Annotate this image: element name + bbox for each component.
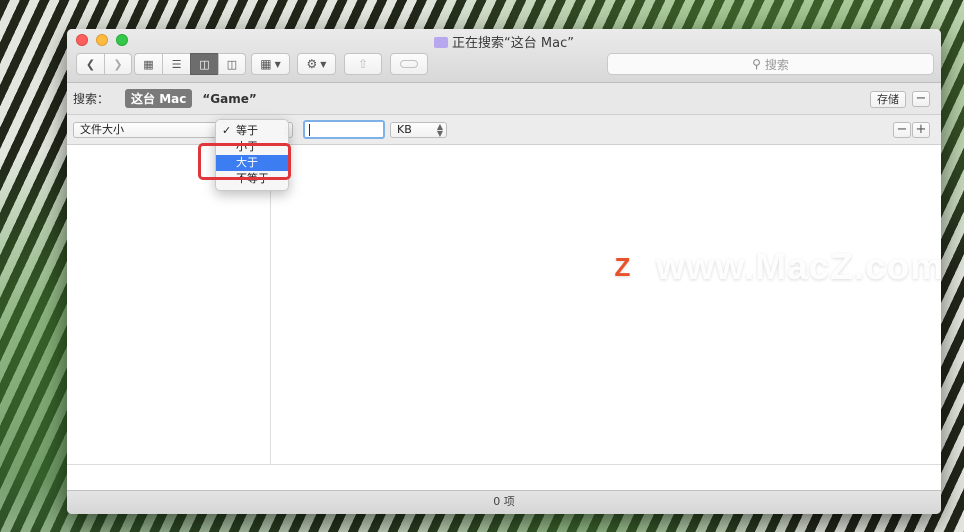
group-button[interactable]: ▦ ▼ (251, 53, 290, 75)
column-view-button[interactable]: ◫ (190, 53, 218, 75)
titlebar: 正在搜索“这台 Mac” ❮ ❯ ▦ ☰ ◫ ◫ ▦ ▼ ⚙ ▼ ⇧ ⚲ 搜索 (67, 29, 941, 83)
results-area (67, 147, 941, 490)
search-icon: ⚲ (752, 57, 761, 71)
chevron-left-icon: ❮ (85, 57, 96, 71)
updown-arrows-icon: ▲▼ (436, 122, 443, 138)
action-button[interactable]: ⚙ ▼ (297, 53, 336, 75)
window-title: 正在搜索“这台 Mac” (67, 32, 941, 51)
share-icon: ⇧ (357, 57, 369, 71)
menu-item-equal[interactable]: ✓ 等于 (216, 123, 288, 139)
gear-icon: ⚙ (306, 57, 318, 71)
tag-icon (400, 60, 418, 68)
unit-popup[interactable]: KB ▲ ▼ (390, 122, 447, 138)
watermark-text: www.MacZ.com (656, 246, 945, 287)
add-criteria-button[interactable]: + (912, 122, 930, 138)
results-column (67, 147, 271, 464)
view-switcher: ▦ ☰ ◫ ◫ (134, 53, 246, 75)
scope-game[interactable]: “Game” (202, 92, 256, 106)
share-button[interactable]: ⇧ (344, 53, 382, 75)
item-count: 0 项 (493, 495, 515, 508)
macz-logo-icon: Z (604, 248, 642, 286)
status-bar: 0 项 (67, 490, 941, 514)
icon-view-button[interactable]: ▦ (134, 53, 162, 75)
watermark: Z www.MacZ.com (604, 246, 944, 288)
nav-buttons: ❮ ❯ (76, 53, 132, 75)
columns-icon: ◫ (199, 57, 210, 71)
chevron-right-icon: ❯ (113, 57, 123, 71)
smart-folder-icon (434, 37, 449, 48)
tags-button[interactable] (390, 53, 428, 75)
list-view-button[interactable]: ☰ (162, 53, 190, 75)
remove-criteria-button[interactable]: − (893, 122, 911, 138)
chevron-down-icon: ▼ (320, 59, 327, 69)
grid-icon: ▦ (143, 57, 154, 71)
group-grid-icon: ▦ (260, 57, 272, 71)
search-scope-bar: 搜索： 这台 Mac “Game” 存储 − (67, 83, 941, 115)
back-button[interactable]: ❮ (76, 53, 104, 75)
text-caret (309, 124, 310, 136)
gallery-icon: ◫ (226, 57, 238, 71)
gallery-view-button[interactable]: ◫ (218, 53, 246, 75)
chevron-down-icon: ▼ (274, 59, 281, 69)
remove-scope-button[interactable]: − (912, 91, 930, 107)
scope-label: 搜索： (73, 92, 110, 106)
checkmark-icon: ✓ (222, 124, 232, 137)
path-bar-divider (67, 464, 941, 465)
scope-this-mac[interactable]: 这台 Mac (125, 89, 193, 108)
size-value-input[interactable] (303, 120, 385, 139)
search-field[interactable]: ⚲ 搜索 (607, 53, 934, 75)
save-search-button[interactable]: 存储 (870, 91, 906, 108)
annotation-highlight-box (198, 143, 291, 180)
search-criteria-row: 文件大小 ▲▼ KB ▲▼ − + (67, 115, 941, 145)
forward-button[interactable]: ❯ (104, 53, 132, 75)
list-icon: ☰ (171, 57, 182, 71)
